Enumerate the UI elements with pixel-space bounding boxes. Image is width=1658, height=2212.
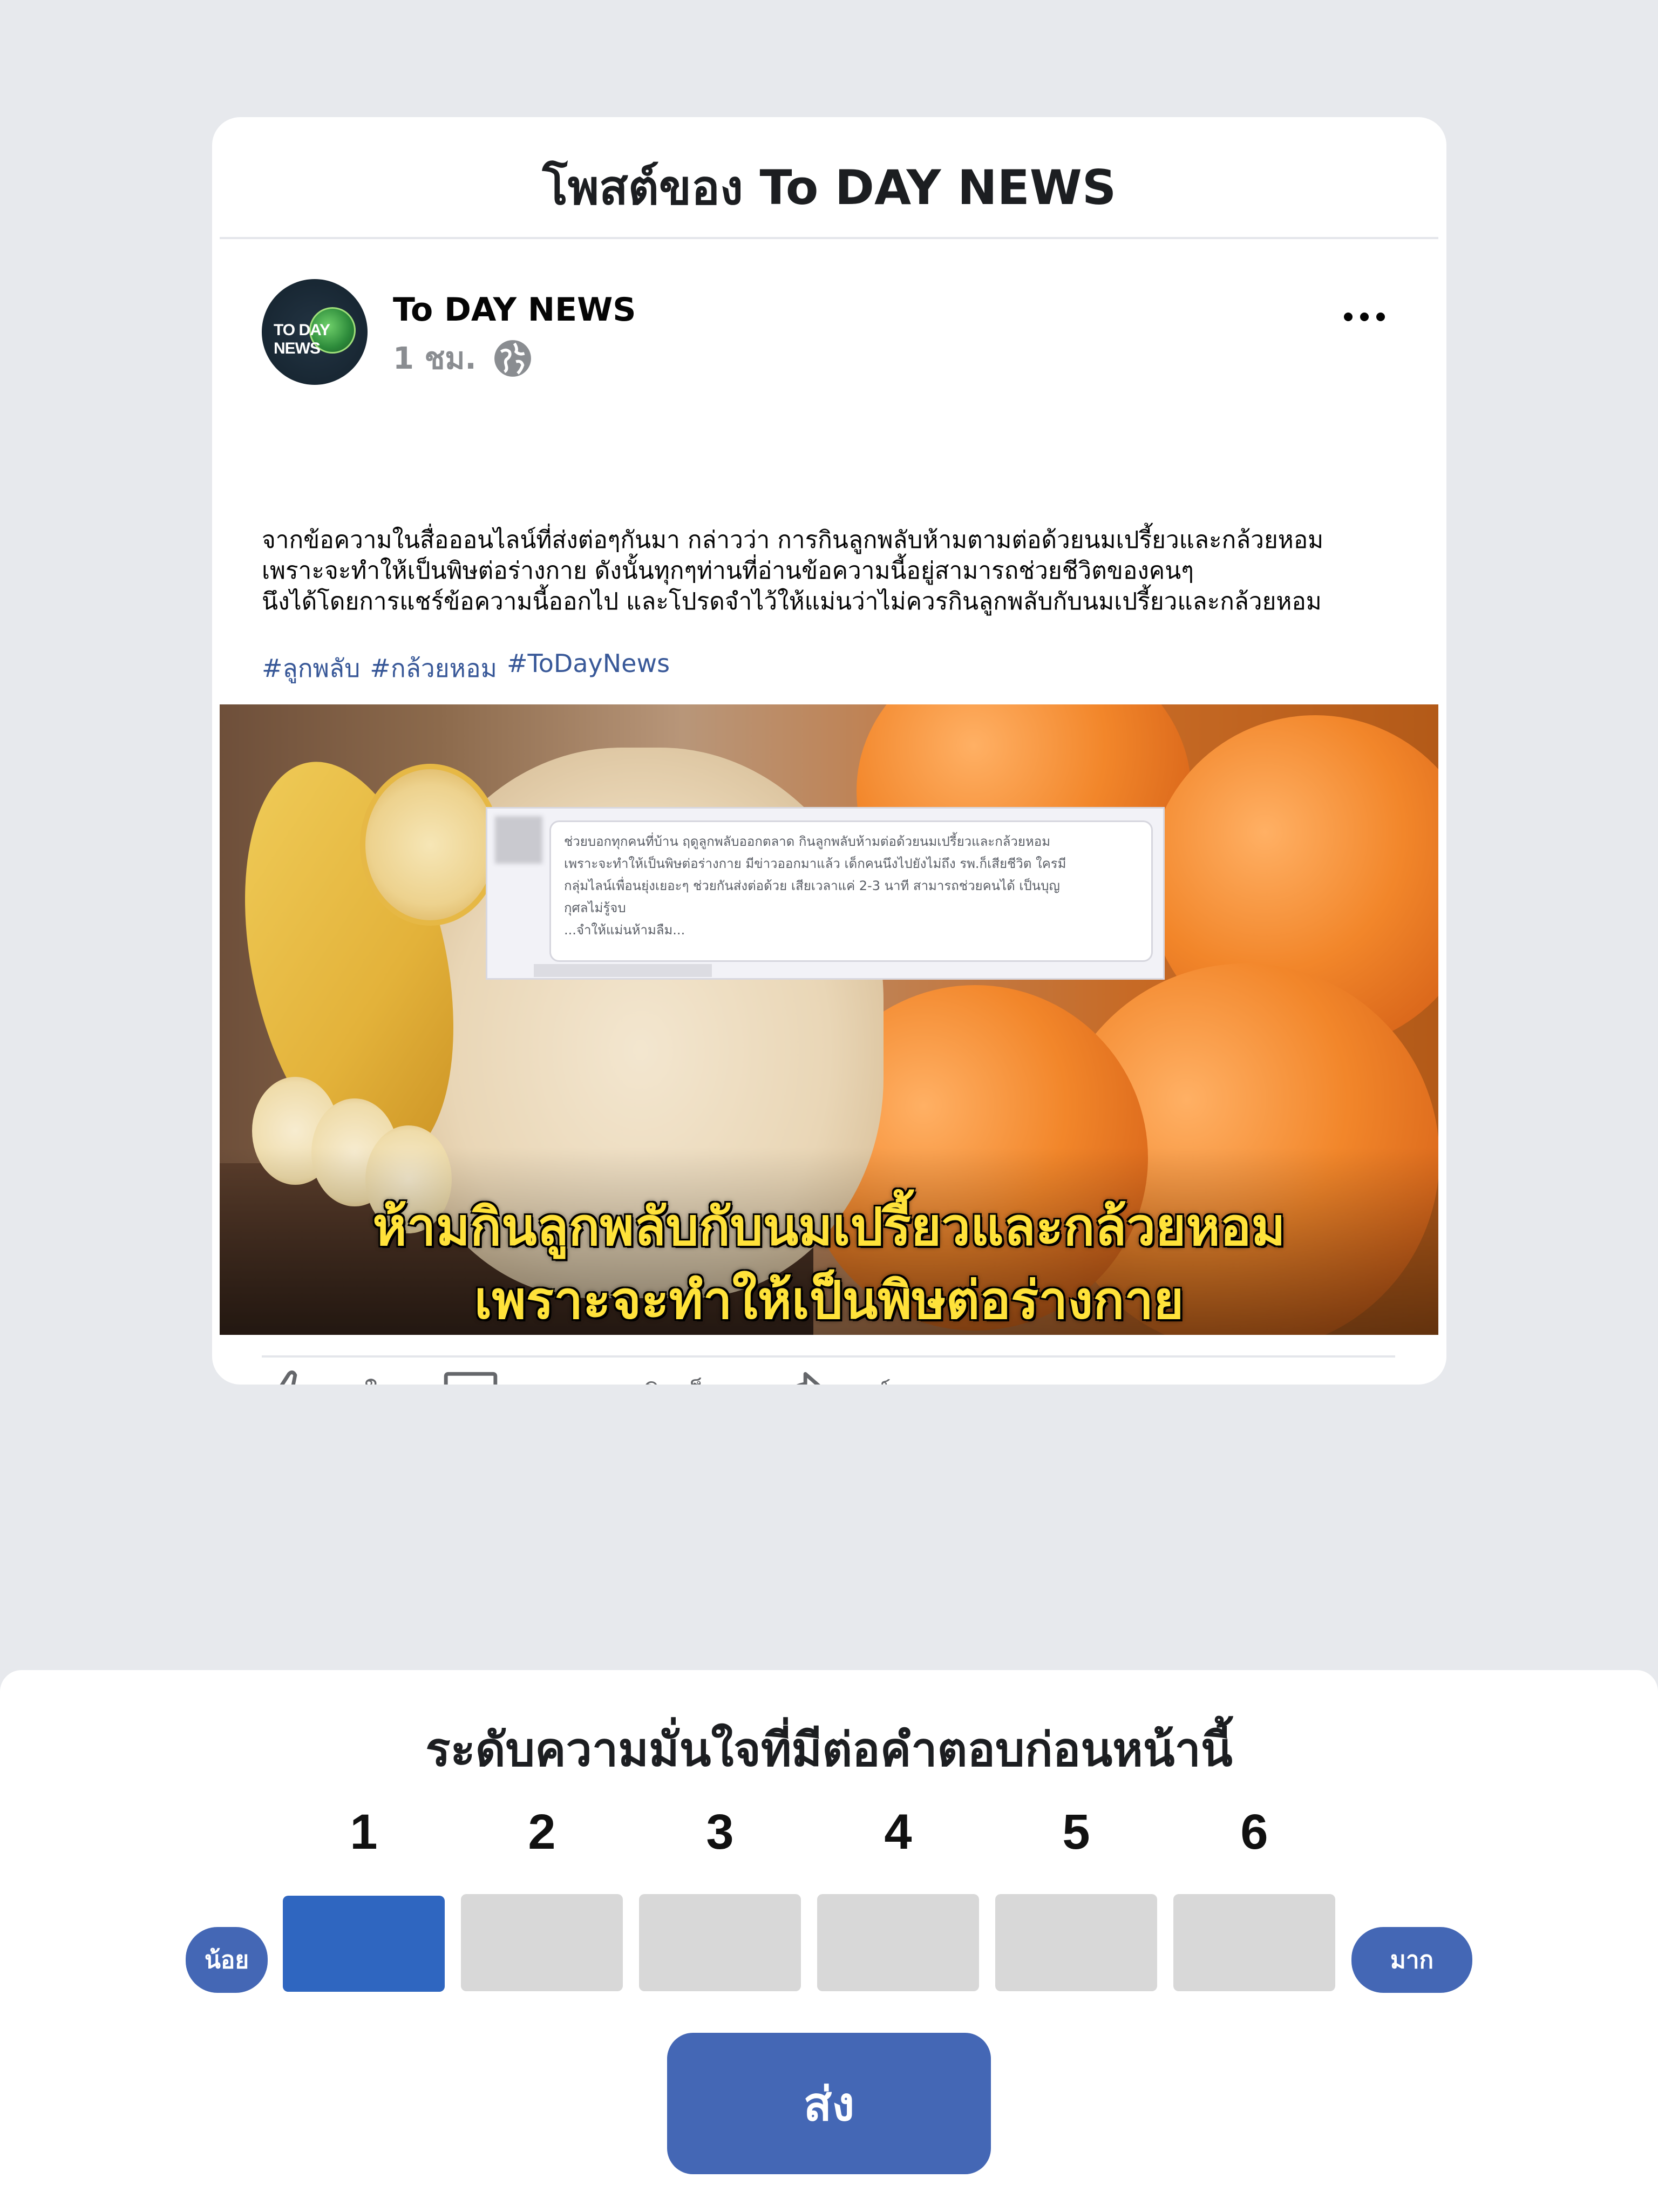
caption-line: ห้ามกินลูกพลับกับนมเปรี้ยวและกล้วยหอม bbox=[372, 1197, 1286, 1257]
quote-line: ...จำให้แม่นห้ามลืม... bbox=[564, 922, 685, 938]
post-meta: 1 ชม. bbox=[393, 334, 533, 382]
scale-number-3: 3 bbox=[706, 1804, 734, 1860]
scale-number-2: 2 bbox=[528, 1804, 556, 1860]
scale-option-5[interactable] bbox=[995, 1894, 1157, 1991]
hashtag-link[interactable]: #กล้วยหอม bbox=[370, 649, 497, 688]
post-text-line: นึงได้โดยการแชร์ข้อความนี้ออกไป และโปรดจ… bbox=[262, 588, 1322, 615]
quote-line: ช่วยบอกทุกคนที่บ้าน ฤดูลูกพลับออกตลาด กิ… bbox=[564, 834, 1051, 849]
scale-option-4[interactable] bbox=[817, 1894, 979, 1991]
submit-button[interactable]: ส่ง bbox=[667, 2033, 991, 2174]
quoted-message-bubble: ช่วยบอกทุกคนที่บ้าน ฤดูลูกพลับออกตลาด กิ… bbox=[549, 820, 1153, 962]
post-actions: ถูกใจ แสดงความคิดเห็น แชร์ bbox=[262, 1364, 939, 1385]
comment-label: แสดงความคิดเห็น bbox=[511, 1373, 723, 1385]
post-body: จากข้อความในสื่อออนไลน์ที่ส่งต่อๆกันมา ก… bbox=[262, 525, 1406, 617]
post-image[interactable]: ช่วยบอกทุกคนที่บ้าน ฤดูลูกพลับออกตลาด กิ… bbox=[220, 704, 1438, 1335]
quote-line: กลุ่มไลน์เพื่อนยุ่งเยอะๆ ช่วยกันส่งต่อด้… bbox=[564, 878, 1060, 893]
scale-number-4: 4 bbox=[884, 1804, 912, 1860]
scale-option-2[interactable] bbox=[461, 1894, 623, 1991]
share-icon bbox=[796, 1372, 820, 1385]
quoted-message-screenshot: ช่วยบอกทุกคนที่บ้าน ฤดูลูกพลับออกตลาด กิ… bbox=[486, 807, 1165, 980]
divider bbox=[220, 237, 1438, 239]
low-label: น้อย bbox=[186, 1927, 268, 1993]
hashtag-link[interactable]: #ลูกพลับ bbox=[262, 649, 360, 688]
high-label: มาก bbox=[1351, 1927, 1472, 1993]
confidence-question: ระดับความมั่นใจที่มีต่อคำตอบก่อนหน้านี้ bbox=[425, 1723, 1233, 1777]
share-label: แชร์ bbox=[841, 1373, 891, 1385]
post-text-line: เพราะจะทำให้เป็นพิษต่อร่างกาย ดังนั้นทุก… bbox=[262, 557, 1194, 585]
share-button[interactable]: แชร์ bbox=[771, 1364, 891, 1385]
divider bbox=[262, 1355, 1395, 1358]
globe-icon bbox=[494, 340, 531, 377]
dialog-title: โพสต์ของ To DAY NEWS bbox=[542, 160, 1117, 215]
thumbs-up-icon bbox=[280, 1370, 297, 1385]
like-button[interactable]: ถูกใจ bbox=[262, 1364, 393, 1385]
more-horizontal-icon[interactable] bbox=[1340, 301, 1389, 333]
like-label: ถูกใจ bbox=[332, 1373, 393, 1385]
scale-number-5: 5 bbox=[1062, 1804, 1090, 1860]
comment-icon bbox=[444, 1372, 498, 1385]
caption-line: เพราะจะทำให้เป็นพิษต่อร่างกาย bbox=[474, 1270, 1184, 1331]
hashtag-link[interactable]: #ToDayNews bbox=[507, 649, 670, 688]
post-timestamp[interactable]: 1 ชม. bbox=[393, 334, 477, 382]
scale-number-6: 6 bbox=[1240, 1804, 1268, 1860]
quote-line: เพราะจะทำให้เป็นพิษต่อร่างกาย มีข่าวออกม… bbox=[564, 856, 1066, 871]
scale-option-1[interactable] bbox=[283, 1896, 445, 1992]
blurred-avatar bbox=[495, 816, 542, 864]
comment-button[interactable]: แสดงความคิดเห็น bbox=[441, 1364, 723, 1385]
post-dialog: โพสต์ของ To DAY NEWS TO DAY NEWS To DAY … bbox=[212, 117, 1446, 1385]
image-caption: ห้ามกินลูกพลับกับนมเปรี้ยวและกล้วยหอม เพ… bbox=[220, 1190, 1438, 1335]
page-avatar[interactable]: TO DAY NEWS bbox=[262, 279, 368, 385]
post-text-line: จากข้อความในสื่อออนไลน์ที่ส่งต่อๆกันมา ก… bbox=[262, 526, 1324, 554]
scale-number-1: 1 bbox=[350, 1804, 378, 1860]
quote-footer-bar bbox=[534, 964, 712, 977]
hashtags: #ลูกพลับ #กล้วยหอม #ToDayNews bbox=[262, 649, 670, 688]
page-name-link[interactable]: To DAY NEWS bbox=[393, 291, 636, 329]
avatar-logo-text: TO DAY NEWS bbox=[274, 321, 330, 357]
scale-option-3[interactable] bbox=[639, 1894, 801, 1991]
quote-line: กุศลไม่รู้จบ bbox=[564, 900, 626, 915]
scale-option-6[interactable] bbox=[1173, 1894, 1335, 1991]
banana-slice-illustration bbox=[360, 764, 500, 926]
